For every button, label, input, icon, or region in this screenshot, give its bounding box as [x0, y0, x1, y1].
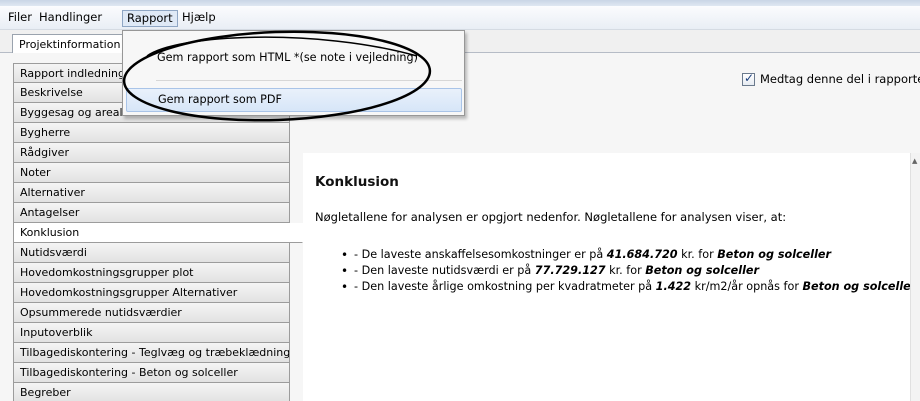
- sidebar-item-konklusion[interactable]: Konklusion: [13, 223, 303, 243]
- sidebar-item-tilbagediskontering-beton[interactable]: Tilbagediskontering - Beton og solceller: [13, 363, 290, 383]
- report-document: Konklusion Nøgletallene for analysen er …: [303, 153, 916, 401]
- list-item: - Den laveste nutidsværdi er på 77.729.1…: [341, 263, 916, 279]
- menu-separator: [156, 80, 462, 81]
- sidebar-item-noter[interactable]: Noter: [13, 163, 290, 183]
- sidebar-item-hovedomkostningsgrupper-alternativer[interactable]: Hovedomkostningsgrupper Alternativer: [13, 283, 290, 303]
- sidebar-item-raadgiver[interactable]: Rådgiver: [13, 143, 290, 163]
- sidebar-item-antagelser[interactable]: Antagelser: [13, 203, 290, 223]
- tab-projektinformation[interactable]: Projektinformation: [12, 34, 140, 54]
- menu-hjaelp[interactable]: Hjælp: [178, 10, 220, 27]
- save-report-pdf-menu-item[interactable]: Gem rapport som PDF: [126, 88, 462, 112]
- sidebar-item-hovedomkostningsgrupper-plot[interactable]: Hovedomkostningsgrupper plot: [13, 263, 290, 283]
- include-in-report-label: Medtag denne del i rapporten: [760, 72, 920, 86]
- list-item: - De laveste anskaffelsesomkostninger er…: [341, 247, 916, 263]
- sidebar-item-alternativer[interactable]: Alternativer: [13, 183, 290, 203]
- scroll-up-arrow-icon[interactable]: ▲: [912, 157, 917, 165]
- document-title: Konklusion: [315, 174, 399, 190]
- menubar: Filer Handlinger Rapport Hjælp: [0, 6, 920, 30]
- menu-handlinger[interactable]: Handlinger: [35, 10, 106, 27]
- sidebar-item-inputoverblik[interactable]: Inputoverblik: [13, 323, 290, 343]
- sidebar-item-tilbagediskontering-tegl[interactable]: Tilbagediskontering - Teglvæg og træbekl…: [13, 343, 290, 363]
- sidebar-item-begreber[interactable]: Begreber: [13, 383, 290, 401]
- menu-filer[interactable]: Filer: [4, 10, 36, 27]
- menu-rapport[interactable]: Rapport: [122, 10, 178, 27]
- sidebar-item-opsummerede-nutidsvaerdier[interactable]: Opsummerede nutidsværdier: [13, 303, 290, 323]
- list-item: - Den laveste årlige omkostning per kvad…: [341, 279, 916, 295]
- vertical-scrollbar[interactable]: ▲: [910, 153, 920, 401]
- conclusion-bullets: - De laveste anskaffelsesomkostninger er…: [341, 247, 916, 295]
- rapport-dropdown-menu: Gem rapport som HTML *(se note i vejledn…: [122, 30, 465, 116]
- checkmark-icon[interactable]: [742, 71, 755, 86]
- include-in-report-option[interactable]: Medtag denne del i rapporten: [742, 71, 920, 87]
- sidebar-item-bygherre[interactable]: Bygherre: [13, 123, 290, 143]
- document-intro: Nøgletallene for analysen er opgjort ned…: [315, 210, 787, 224]
- save-report-html-menu-item[interactable]: Gem rapport som HTML *(se note i vejledn…: [126, 47, 462, 71]
- sidebar-item-nutidsvaerdi[interactable]: Nutidsværdi: [13, 243, 290, 263]
